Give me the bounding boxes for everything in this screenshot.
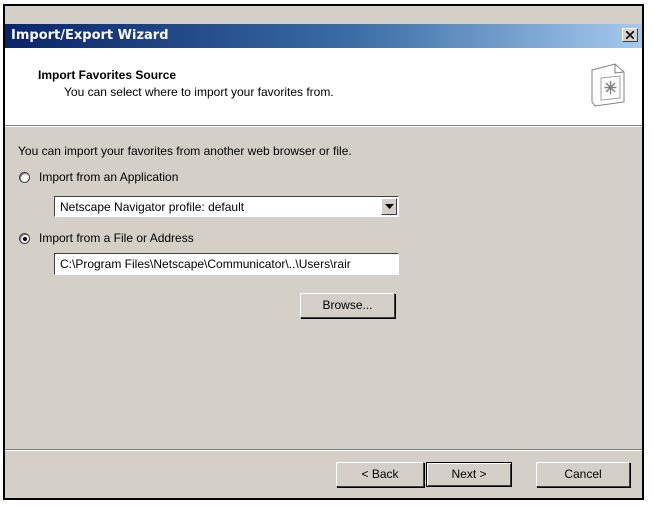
header-separator	[5, 126, 642, 127]
footer-separator-highlight	[5, 450, 642, 451]
import-from-application-radio[interactable]	[19, 171, 30, 183]
title-bar[interactable]: Import/Export Wizard	[5, 24, 642, 48]
chevron-down-icon	[385, 204, 394, 209]
page-subtitle: You can select where to import your favo…	[64, 85, 334, 99]
intro-text: You can import your favorites from anoth…	[18, 144, 352, 158]
import-from-file-option[interactable]: Import from a File or Address	[19, 231, 194, 245]
window-title: Import/Export Wizard	[11, 28, 169, 43]
window-top-strip	[5, 6, 642, 24]
wizard-header: Import Favorites Source You can select w…	[5, 48, 642, 126]
browse-button[interactable]: Browse...	[300, 293, 395, 318]
import-from-file-radio[interactable]	[19, 232, 30, 244]
file-path-value: C:\Program Files\Netscape\Communicator\.…	[60, 257, 351, 271]
application-profile-select[interactable]: Netscape Navigator profile: default	[54, 196, 399, 217]
import-from-file-label: Import from a File or Address	[39, 231, 194, 245]
close-icon	[626, 31, 634, 39]
import-from-application-option[interactable]: Import from an Application	[19, 170, 178, 184]
back-button[interactable]: < Back	[336, 462, 424, 487]
file-path-input[interactable]: C:\Program Files\Netscape\Communicator\.…	[54, 253, 399, 275]
import-from-application-label: Import from an Application	[39, 170, 179, 184]
application-profile-value: Netscape Navigator profile: default	[60, 200, 245, 214]
import-export-wizard-window: Import/Export Wizard Import Favorites So…	[3, 4, 644, 500]
next-button[interactable]: Next >	[426, 462, 512, 487]
wizard-page-icon	[591, 63, 625, 107]
close-button[interactable]	[622, 28, 638, 42]
page-title: Import Favorites Source	[38, 68, 177, 82]
cancel-button[interactable]: Cancel	[536, 462, 630, 487]
dropdown-button[interactable]	[381, 198, 397, 215]
